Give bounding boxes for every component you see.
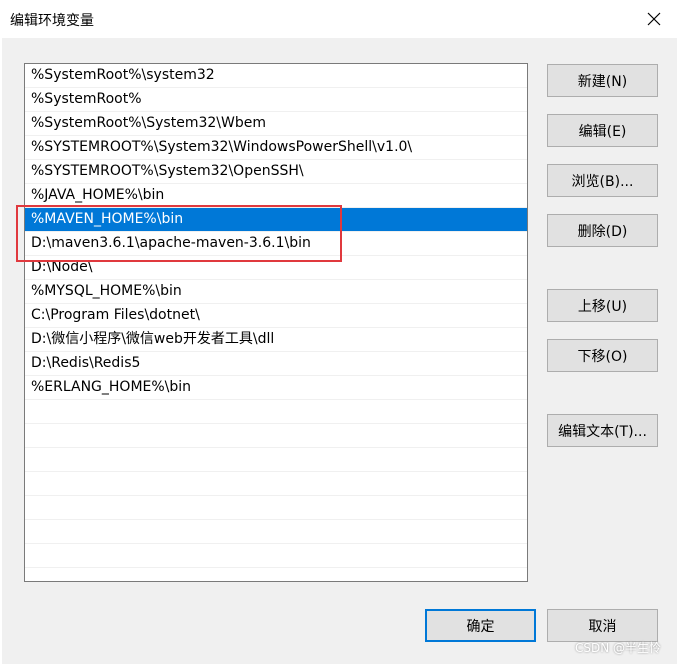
path-list-item[interactable]: %ERLANG_HOME%\bin	[25, 376, 527, 400]
path-list-item[interactable]: %MAVEN_HOME%\bin	[25, 208, 527, 232]
edit-text-button[interactable]: 编辑文本(T)...	[547, 414, 658, 447]
path-list-item[interactable]: C:\Program Files\dotnet\	[25, 304, 527, 328]
move-up-button[interactable]: 上移(U)	[547, 289, 658, 322]
path-list-item[interactable]: D:\微信小程序\微信web开发者工具\dll	[25, 328, 527, 352]
path-list-item[interactable]: %SystemRoot%\System32\Wbem	[25, 112, 527, 136]
window-title: 编辑环境变量	[10, 13, 94, 29]
window-left-edge	[0, 38, 2, 664]
empty-list-row	[25, 496, 527, 520]
path-list-item[interactable]: %SystemRoot%\system32	[25, 64, 527, 88]
edit-button[interactable]: 编辑(E)	[547, 114, 658, 147]
browse-button[interactable]: 浏览(B)...	[547, 164, 658, 197]
watermark-text: CSDN @半生怜	[574, 641, 661, 655]
delete-button[interactable]: 删除(D)	[547, 214, 658, 247]
empty-list-row	[25, 448, 527, 472]
path-list-item[interactable]: D:\Node\	[25, 256, 527, 280]
path-list-item[interactable]: D:\Redis\Redis5	[25, 352, 527, 376]
empty-list-row	[25, 424, 527, 448]
path-list-item[interactable]: %JAVA_HOME%\bin	[25, 184, 527, 208]
ok-button[interactable]: 确定	[425, 609, 536, 642]
empty-list-row	[25, 472, 527, 496]
empty-list-row	[25, 400, 527, 424]
empty-list-row	[25, 520, 527, 544]
new-button[interactable]: 新建(N)	[547, 64, 658, 97]
path-list-item[interactable]: %SYSTEMROOT%\System32\WindowsPowerShell\…	[25, 136, 527, 160]
title-bar: 编辑环境变量	[0, 0, 677, 38]
path-list-item[interactable]: D:\maven3.6.1\apache-maven-3.6.1\bin	[25, 232, 527, 256]
path-list[interactable]: %SystemRoot%\system32 %SystemRoot% %Syst…	[24, 63, 528, 582]
close-icon	[647, 12, 661, 26]
move-down-button[interactable]: 下移(O)	[547, 339, 658, 372]
empty-list-row	[25, 544, 527, 568]
path-list-item[interactable]: %MYSQL_HOME%\bin	[25, 280, 527, 304]
cancel-button[interactable]: 取消	[547, 609, 658, 642]
path-list-item[interactable]: %SystemRoot%	[25, 88, 527, 112]
close-button[interactable]	[631, 0, 677, 38]
path-list-item[interactable]: %SYSTEMROOT%\System32\OpenSSH\	[25, 160, 527, 184]
